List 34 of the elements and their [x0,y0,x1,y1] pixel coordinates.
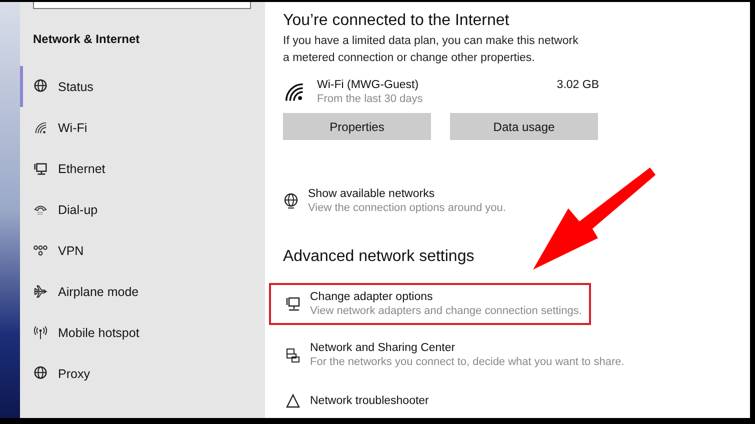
triangle-icon [285,393,301,409]
usage-period: From the last 30 days [317,93,424,105]
action-button[interactable]: Data usage [450,113,598,140]
option-title[interactable]: Show available networks [308,188,506,200]
settings-option[interactable]: Network and Sharing Center For the networks you connect to, decide what you want to share. [269,334,634,376]
section-heading: Advanced network settings [283,248,476,266]
settings-option[interactable]: Network troubleshooter [269,385,438,417]
sidebar-item[interactable]: Dial-up [20,189,265,230]
option-description: View the connection options around you. [308,202,506,214]
sidebar-item[interactable]: Mobile hotspot [20,312,265,353]
data-usage-amount: 3.02 GB [556,79,599,91]
status-heading: You’re connected to the Internet [283,12,510,30]
monitor-icon [33,161,48,176]
action-button[interactable]: Properties [283,113,431,140]
network-icon [33,243,48,258]
airplane-icon [33,284,48,299]
sidebar-item[interactable]: Proxy [20,353,265,394]
wifi-icon [33,120,48,135]
globe-icon [33,79,48,94]
network-name: Wi-Fi (MWG-Guest) [317,79,419,91]
globe-icon [283,193,299,209]
printer-icon [285,347,301,363]
sidebar-item[interactable]: Wi-Fi [20,107,265,148]
sidebar-item[interactable]: Airplane mode [20,271,265,312]
sidebar-item[interactable]: VPN [20,230,265,271]
status-description: If you have a limited data plan, you can make this network a metered connection or change other properties. [283,34,580,66]
sidebar-title: Network & Internet [33,32,141,46]
search-field[interactable] [33,2,251,9]
sidebar-item[interactable]: Ethernet [20,148,265,189]
globe-icon [33,366,48,381]
highlighted-option[interactable]: Change adapter options View network adapters and change connection settings. [269,283,591,325]
antenna-icon [33,325,48,340]
monitor-icon [285,296,301,312]
wifi-icon [283,81,305,103]
